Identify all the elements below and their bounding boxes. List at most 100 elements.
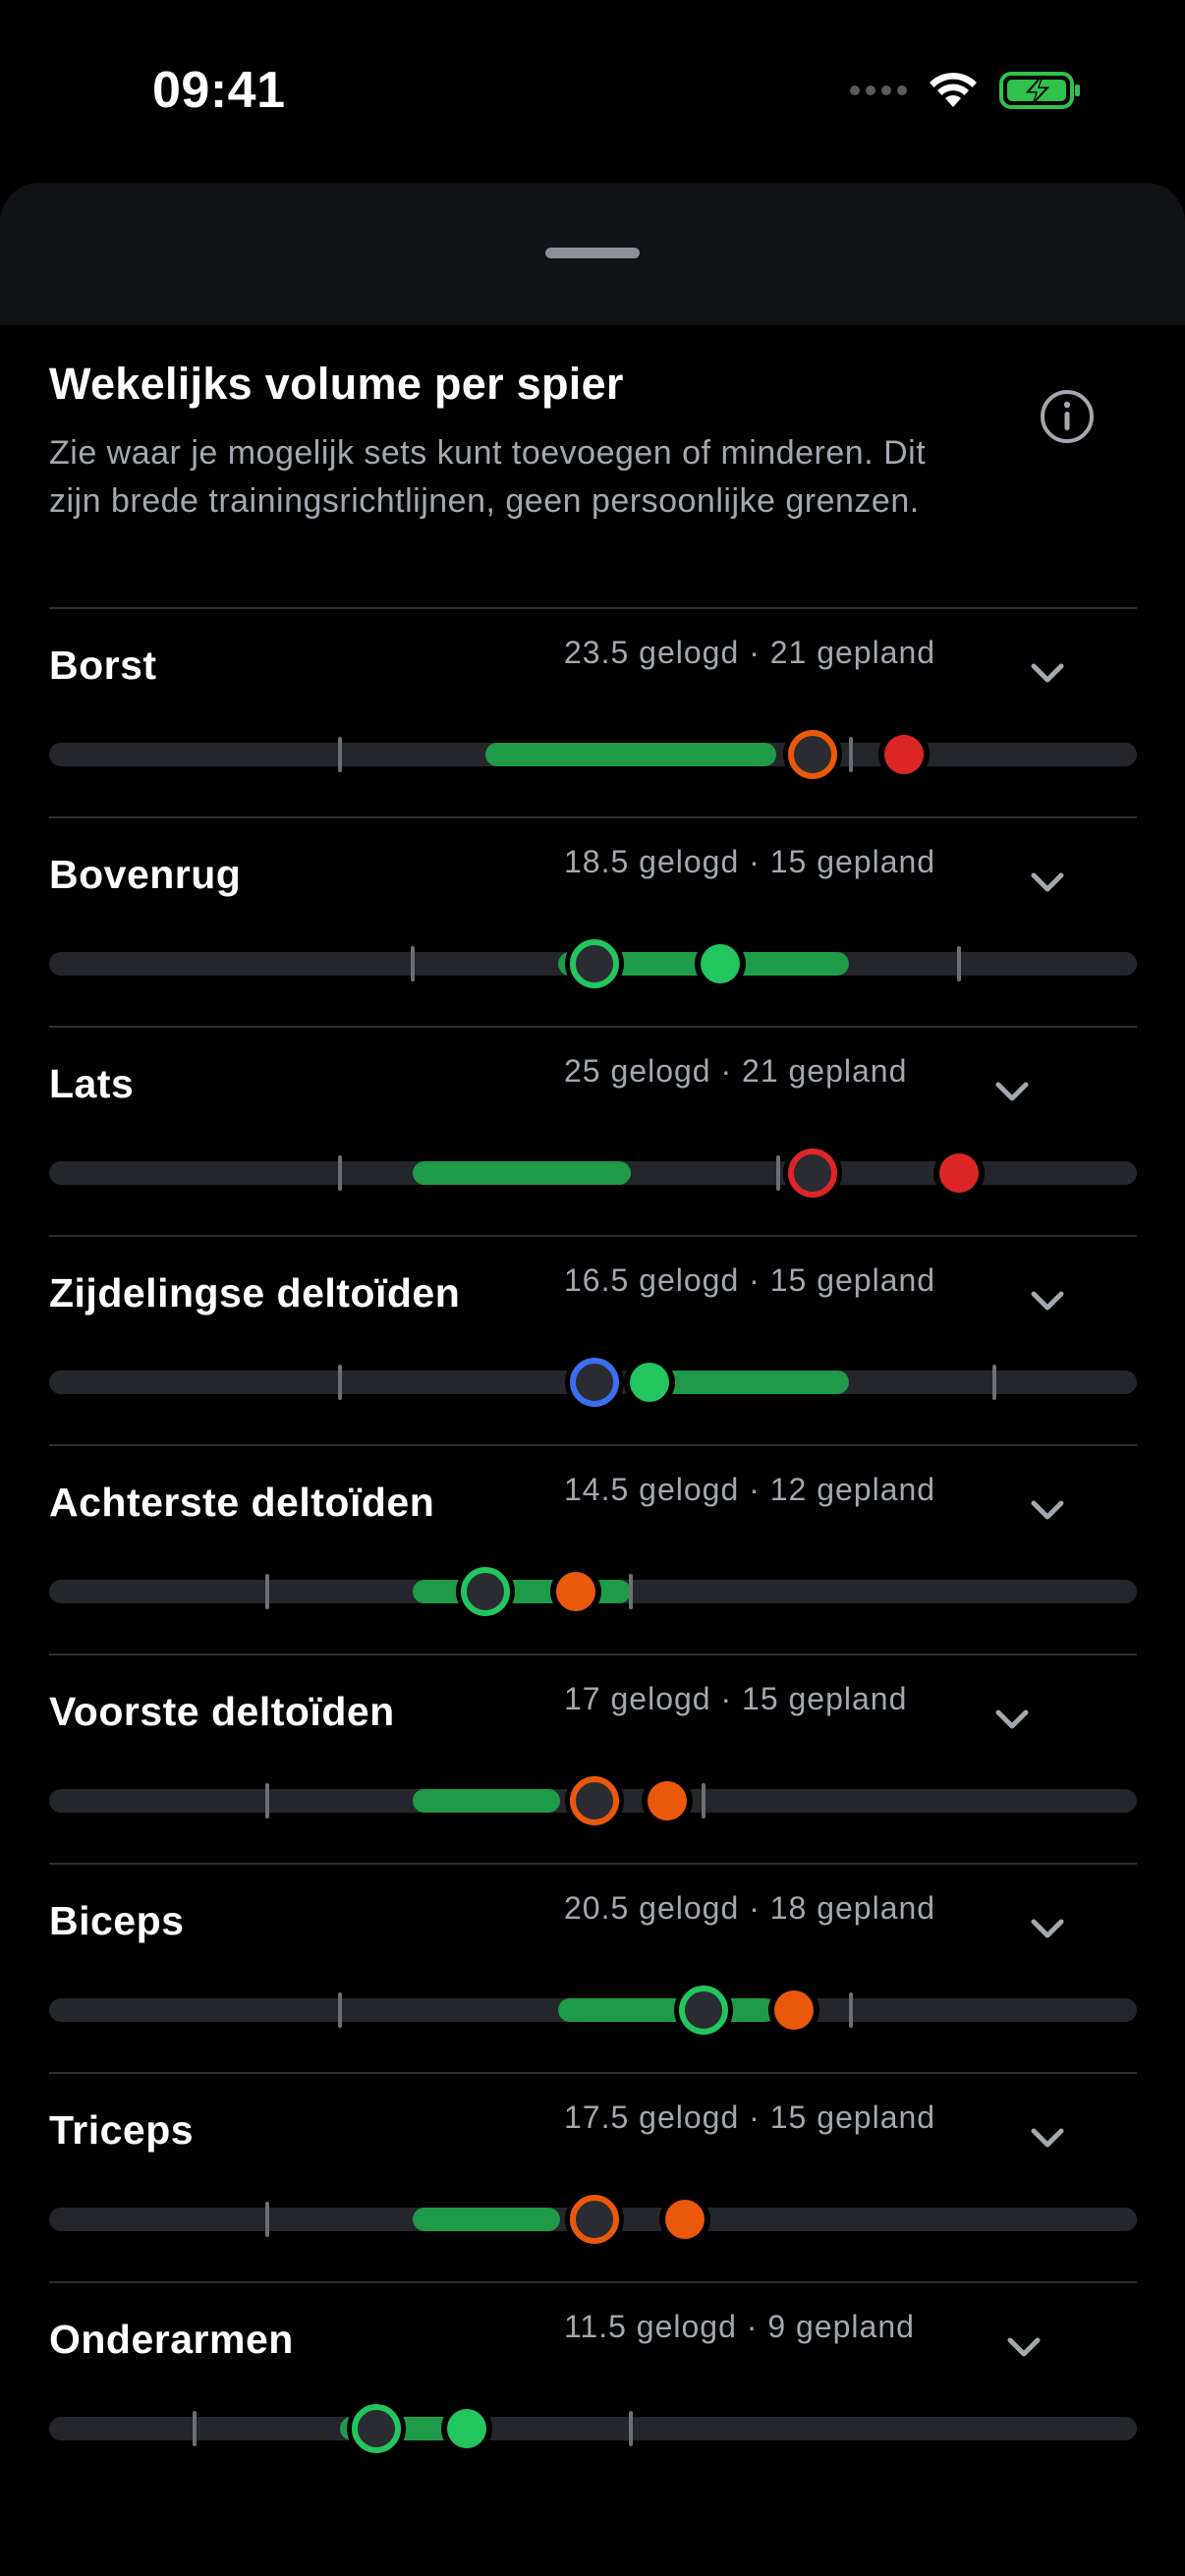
volume-track — [49, 1567, 1137, 1616]
muscle-name: Onderarmen — [49, 2317, 294, 2362]
threshold-tick — [849, 1992, 853, 2028]
planned-marker — [788, 1148, 837, 1198]
volume-summary: 16.5 gelogd · 15 gepland — [564, 1262, 936, 1298]
logged-marker — [884, 735, 924, 774]
threshold-tick — [702, 1783, 705, 1819]
sheet-handle-area[interactable] — [0, 183, 1185, 325]
volume-summary: 25 gelogd · 21 gepland — [564, 1053, 908, 1089]
threshold-tick — [265, 1574, 269, 1609]
chevron-down-icon[interactable] — [1028, 2125, 1067, 2151]
threshold-tick — [265, 1783, 269, 1819]
logged-marker — [774, 1990, 814, 2030]
volume-summary: 11.5 gelogd · 9 gepland — [564, 2309, 915, 2344]
threshold-tick — [957, 946, 961, 981]
page-subtitle: Zie waar je mogelijk sets kunt toevoegen… — [49, 434, 927, 520]
volume-track — [49, 2404, 1137, 2453]
threshold-tick — [629, 1574, 633, 1609]
muscle-name: Triceps — [49, 2107, 195, 2153]
volume-track — [49, 2195, 1137, 2244]
volume-summary: 18.5 gelogd · 15 gepland — [564, 844, 936, 879]
volume-track — [49, 1776, 1137, 1825]
planned-marker — [352, 2404, 401, 2453]
planned-marker — [788, 730, 837, 779]
logged-marker — [939, 1153, 979, 1193]
recommended-range — [413, 1580, 631, 1603]
volume-track — [49, 1358, 1137, 1407]
status-icons — [850, 71, 1082, 110]
muscle-row[interactable]: Bovenrug 18.5 gelogd · 15 gepland — [49, 816, 1137, 1026]
muscle-row[interactable]: Borst 23.5 gelogd · 21 gepland — [49, 607, 1137, 816]
chevron-down-icon[interactable] — [1004, 2334, 1044, 2360]
planned-marker — [570, 939, 619, 988]
muscle-row[interactable]: Zijdelingse deltoïden 16.5 gelogd · 15 g… — [49, 1235, 1137, 1444]
logged-marker — [447, 2409, 486, 2448]
planned-marker — [570, 1776, 619, 1825]
logged-marker — [665, 2200, 705, 2239]
threshold-tick — [411, 946, 415, 981]
muscle-row[interactable]: Biceps 20.5 gelogd · 18 gepland — [49, 1863, 1137, 2072]
volume-summary: 14.5 gelogd · 12 gepland — [564, 1472, 936, 1507]
page-title: Wekelijks volume per spier — [49, 359, 624, 409]
muscle-row[interactable]: Triceps 17.5 gelogd · 15 gepland — [49, 2072, 1137, 2281]
volume-summary: 17 gelogd · 15 gepland — [564, 1681, 908, 1716]
chevron-down-icon[interactable] — [992, 1079, 1032, 1104]
threshold-tick — [776, 1155, 780, 1191]
info-icon[interactable] — [1039, 388, 1096, 445]
planned-marker — [570, 2195, 619, 2244]
status-bar: 09:41 — [0, 0, 1185, 187]
muscle-name: Bovenrug — [49, 852, 242, 897]
volume-track — [49, 1986, 1137, 2035]
volume-summary: 17.5 gelogd · 15 gepland — [564, 2100, 936, 2135]
status-time: 09:41 — [152, 62, 286, 119]
muscle-row[interactable]: Lats 25 gelogd · 21 gepland — [49, 1026, 1137, 1235]
logged-marker — [556, 1572, 595, 1611]
volume-track — [49, 1148, 1137, 1198]
logged-marker — [648, 1781, 687, 1820]
threshold-tick — [849, 737, 853, 772]
threshold-tick — [338, 1365, 342, 1400]
sheet-grabber[interactable] — [545, 248, 640, 258]
panel-header: Wekelijks volume per spier Zie waar je m… — [49, 359, 1130, 526]
threshold-tick — [265, 2202, 269, 2237]
muscle-row[interactable]: Achterste deltoïden 14.5 gelogd · 12 gep… — [49, 1444, 1137, 1653]
muscle-name: Biceps — [49, 1898, 185, 1943]
recommended-range — [413, 2208, 560, 2231]
chevron-down-icon[interactable] — [992, 1707, 1032, 1732]
planned-marker — [570, 1358, 619, 1407]
volume-track — [49, 939, 1137, 988]
volume-track — [49, 730, 1137, 779]
logged-marker — [630, 1363, 669, 1402]
threshold-tick — [629, 2411, 633, 2446]
wifi-icon — [930, 73, 977, 107]
recommended-range — [413, 1789, 560, 1813]
recommended-range — [558, 1998, 776, 2022]
threshold-tick — [338, 737, 342, 772]
planned-marker — [679, 1986, 728, 2035]
muscle-row[interactable]: Voorste deltoïden 17 gelogd · 15 gepland — [49, 1653, 1137, 1863]
muscle-row[interactable]: Onderarmen 11.5 gelogd · 9 gepland — [49, 2281, 1137, 2491]
muscle-list: Borst 23.5 gelogd · 21 gepland Bovenrug … — [49, 607, 1137, 2491]
muscle-name: Borst — [49, 643, 157, 688]
muscle-name: Zijdelingse deltoïden — [49, 1270, 461, 1316]
threshold-tick — [193, 2411, 197, 2446]
chevron-down-icon[interactable] — [1028, 1288, 1067, 1314]
recommended-range — [654, 1371, 849, 1394]
chevron-down-icon[interactable] — [1028, 869, 1067, 895]
threshold-tick — [338, 1992, 342, 2028]
muscle-name: Voorste deltoïden — [49, 1689, 395, 1734]
logged-marker — [701, 944, 740, 983]
threshold-tick — [338, 1155, 342, 1191]
chevron-down-icon[interactable] — [1028, 1497, 1067, 1523]
chevron-down-icon[interactable] — [1028, 1916, 1067, 1941]
battery-charging-icon — [999, 72, 1080, 109]
recommended-range — [413, 1161, 631, 1185]
chevron-down-icon[interactable] — [1028, 660, 1067, 686]
muscle-name: Lats — [49, 1061, 135, 1106]
cellular-signal-icon — [850, 85, 907, 95]
recommended-range — [485, 743, 776, 766]
volume-summary: 23.5 gelogd · 21 gepland — [564, 635, 936, 670]
muscle-name: Achterste deltoïden — [49, 1480, 435, 1525]
threshold-tick — [992, 1365, 996, 1400]
volume-summary: 20.5 gelogd · 18 gepland — [564, 1890, 936, 1926]
planned-marker — [461, 1567, 510, 1616]
